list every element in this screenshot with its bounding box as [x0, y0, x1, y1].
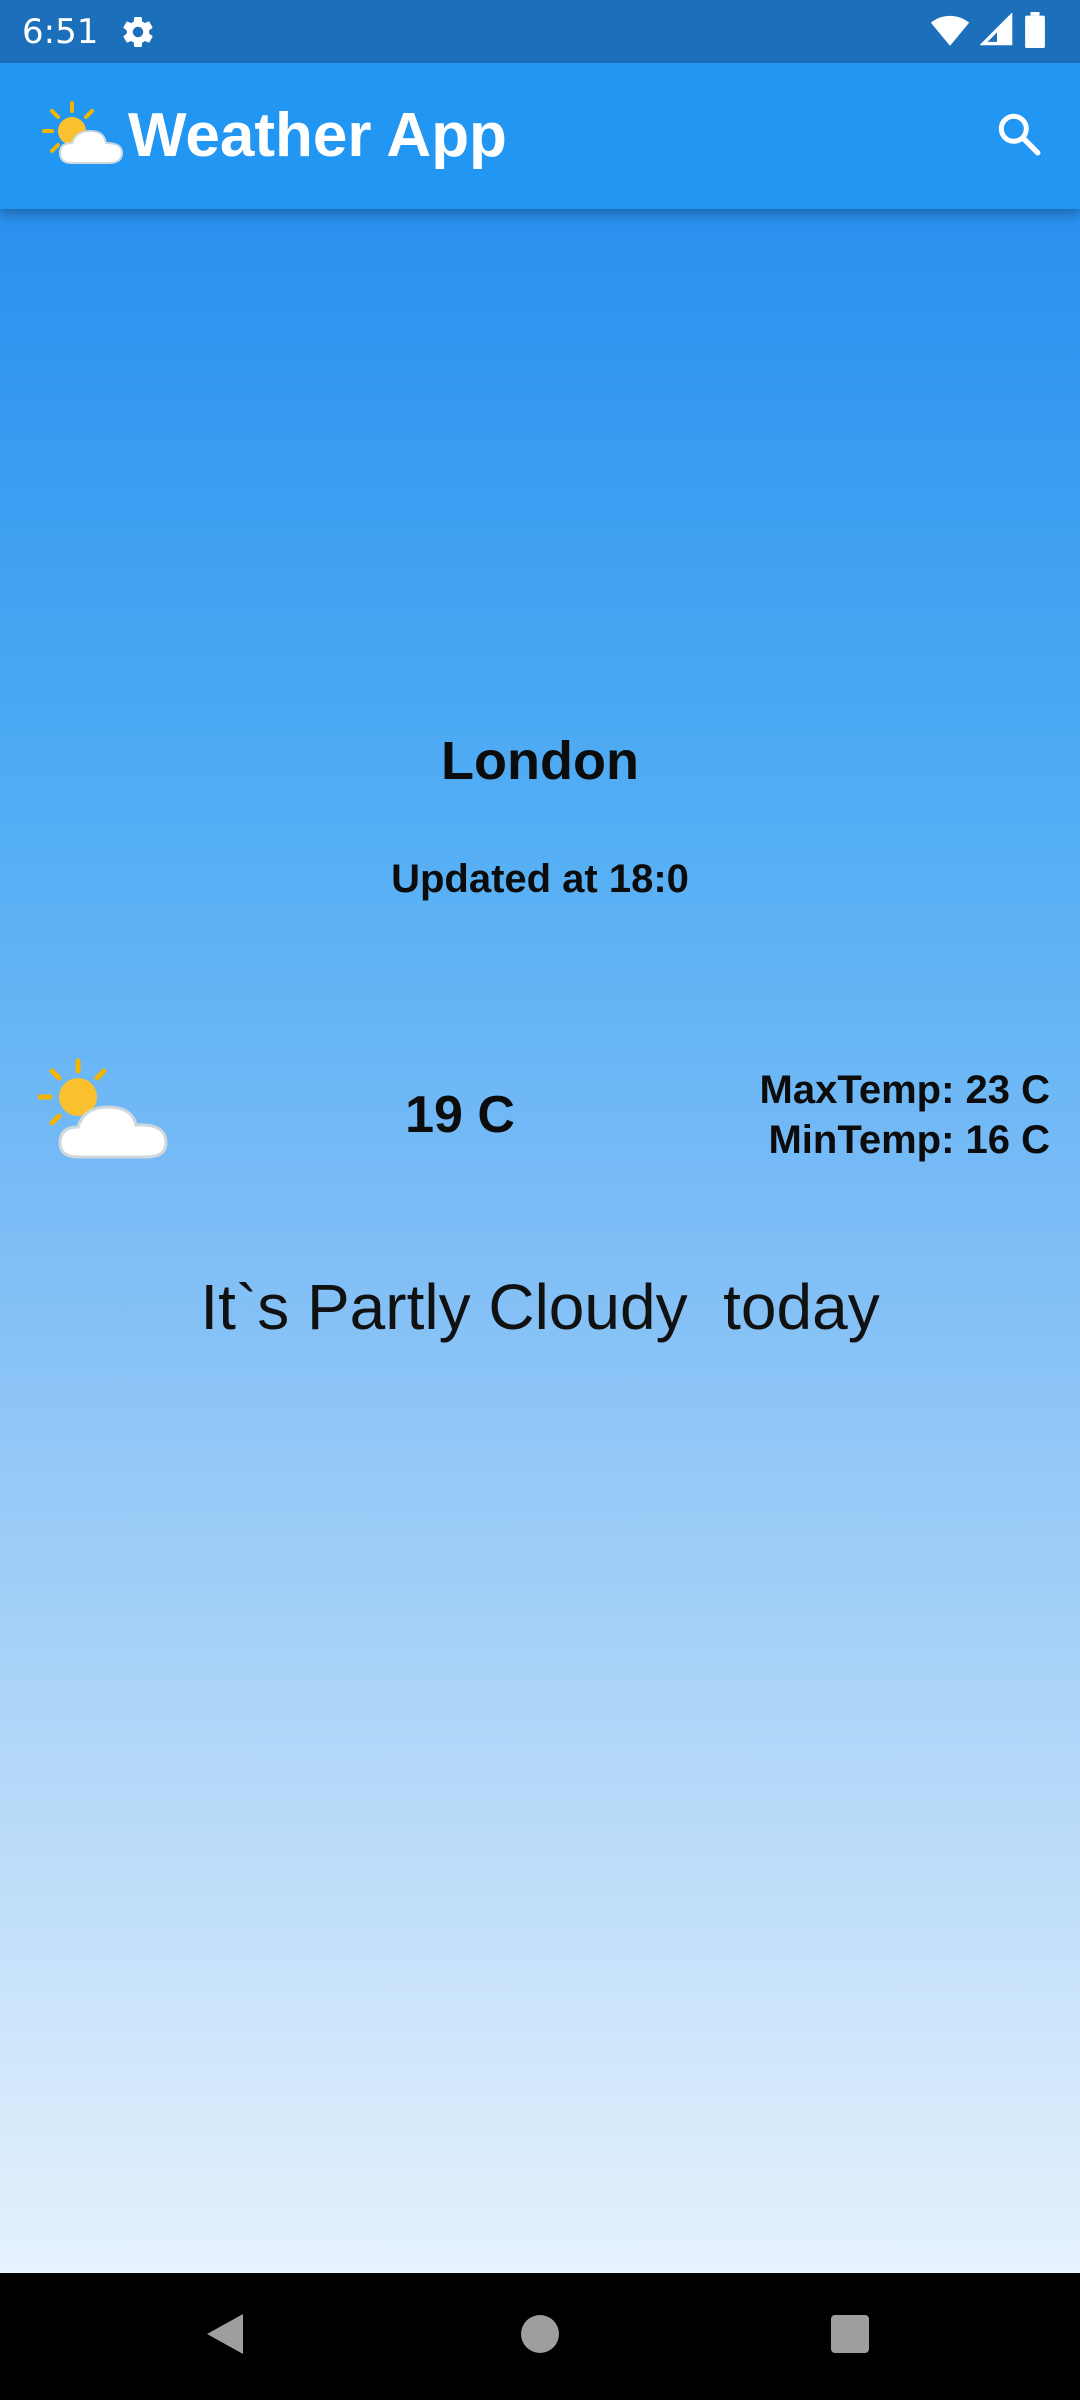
battery-icon [1024, 11, 1046, 53]
wifi-icon [930, 13, 970, 52]
partly-cloudy-icon [42, 99, 126, 169]
city-name: London [441, 731, 639, 791]
navigation-bar [0, 2273, 1080, 2400]
recents-icon [830, 2314, 870, 2359]
app-bar: Weather App [0, 63, 1080, 209]
search-button[interactable] [984, 101, 1054, 171]
updated-time: Updated at 18:0 [391, 857, 689, 901]
status-bar: 6:51 [0, 0, 1080, 63]
max-temperature: MaxTemp: 23 C [759, 1068, 1050, 1112]
back-button[interactable] [192, 2303, 258, 2369]
min-max-temperature: MaxTemp: 23 C MinTemp: 16 C [760, 1065, 1050, 1165]
search-icon [994, 109, 1044, 164]
current-temperature: 19 C [405, 1086, 515, 1144]
status-icons [930, 11, 1046, 53]
partly-cloudy-icon [37, 1057, 174, 1163]
gear-icon [120, 14, 156, 50]
home-button[interactable] [507, 2303, 573, 2369]
cellular-signal-icon [979, 11, 1014, 52]
weather-content: London Updated at 18:0 19 C MaxTemp: 23 … [0, 209, 1080, 2273]
min-temperature: MinTemp: 16 C [768, 1118, 1050, 1162]
home-icon [520, 2314, 560, 2359]
back-icon [203, 2310, 247, 2363]
recents-button[interactable] [817, 2303, 883, 2369]
weather-condition: It`s Partly Cloudy today [200, 1271, 880, 1343]
app-title: Weather App [128, 101, 507, 170]
screen: 6:51 Weather App London Updated at 18:0 … [0, 0, 1080, 2400]
status-time: 6:51 [22, 12, 99, 52]
